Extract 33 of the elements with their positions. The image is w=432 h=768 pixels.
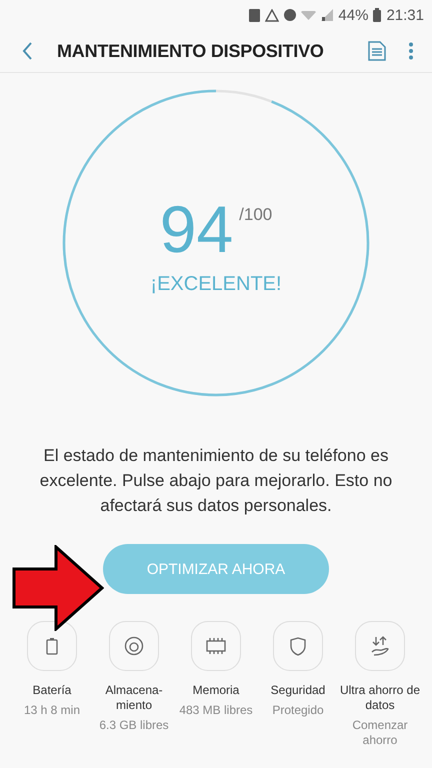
tool-detail: 6.3 GB libres xyxy=(99,718,169,733)
more-options-icon xyxy=(408,42,414,60)
score-max: /100 xyxy=(239,204,272,224)
tool-detail: 483 MB libres xyxy=(179,703,253,718)
tool-label: Batería xyxy=(32,683,72,698)
document-icon xyxy=(368,41,386,61)
wifi-icon xyxy=(301,10,316,20)
optimize-button[interactable]: OPTIMIZAR AHORA xyxy=(103,544,329,594)
chip-icon xyxy=(205,638,227,654)
tool-detail: 13 h 8 min xyxy=(24,703,80,718)
battery-percent: 44% xyxy=(338,6,368,24)
score-value: 94 xyxy=(160,190,234,266)
disc-icon xyxy=(124,636,144,656)
alarm-icon xyxy=(284,9,296,21)
back-icon xyxy=(22,42,33,60)
tool-button[interactable] xyxy=(27,621,77,671)
tool-label: Almacena- miento xyxy=(104,683,164,713)
battery-icon xyxy=(46,637,58,655)
clock-time: 21:31 xyxy=(386,6,424,24)
tool-label: Memoria xyxy=(192,683,240,698)
battery-icon xyxy=(373,8,382,22)
shield-icon xyxy=(290,636,306,656)
pointer-arrow-icon xyxy=(12,545,104,631)
warning-icon xyxy=(265,8,280,22)
tool-detail: Protegido xyxy=(272,703,324,718)
tool-detail: Comenzar ahorro xyxy=(351,718,409,748)
tool-label: Ultra ahorro de datos xyxy=(338,683,422,713)
page-title: MANTENIMIENTO DISPOSITIVO xyxy=(57,40,325,62)
notification-icon xyxy=(249,8,260,22)
hand-arrows-icon xyxy=(370,635,390,657)
score-rating: ¡EXCELENTE! xyxy=(150,272,282,296)
status-message: El estado de mantenimiento de su teléfono es excelente. Pulse abajo para mejorarlo. Esto no afectará sus datos personales. xyxy=(38,445,394,517)
signal-icon xyxy=(321,9,334,21)
